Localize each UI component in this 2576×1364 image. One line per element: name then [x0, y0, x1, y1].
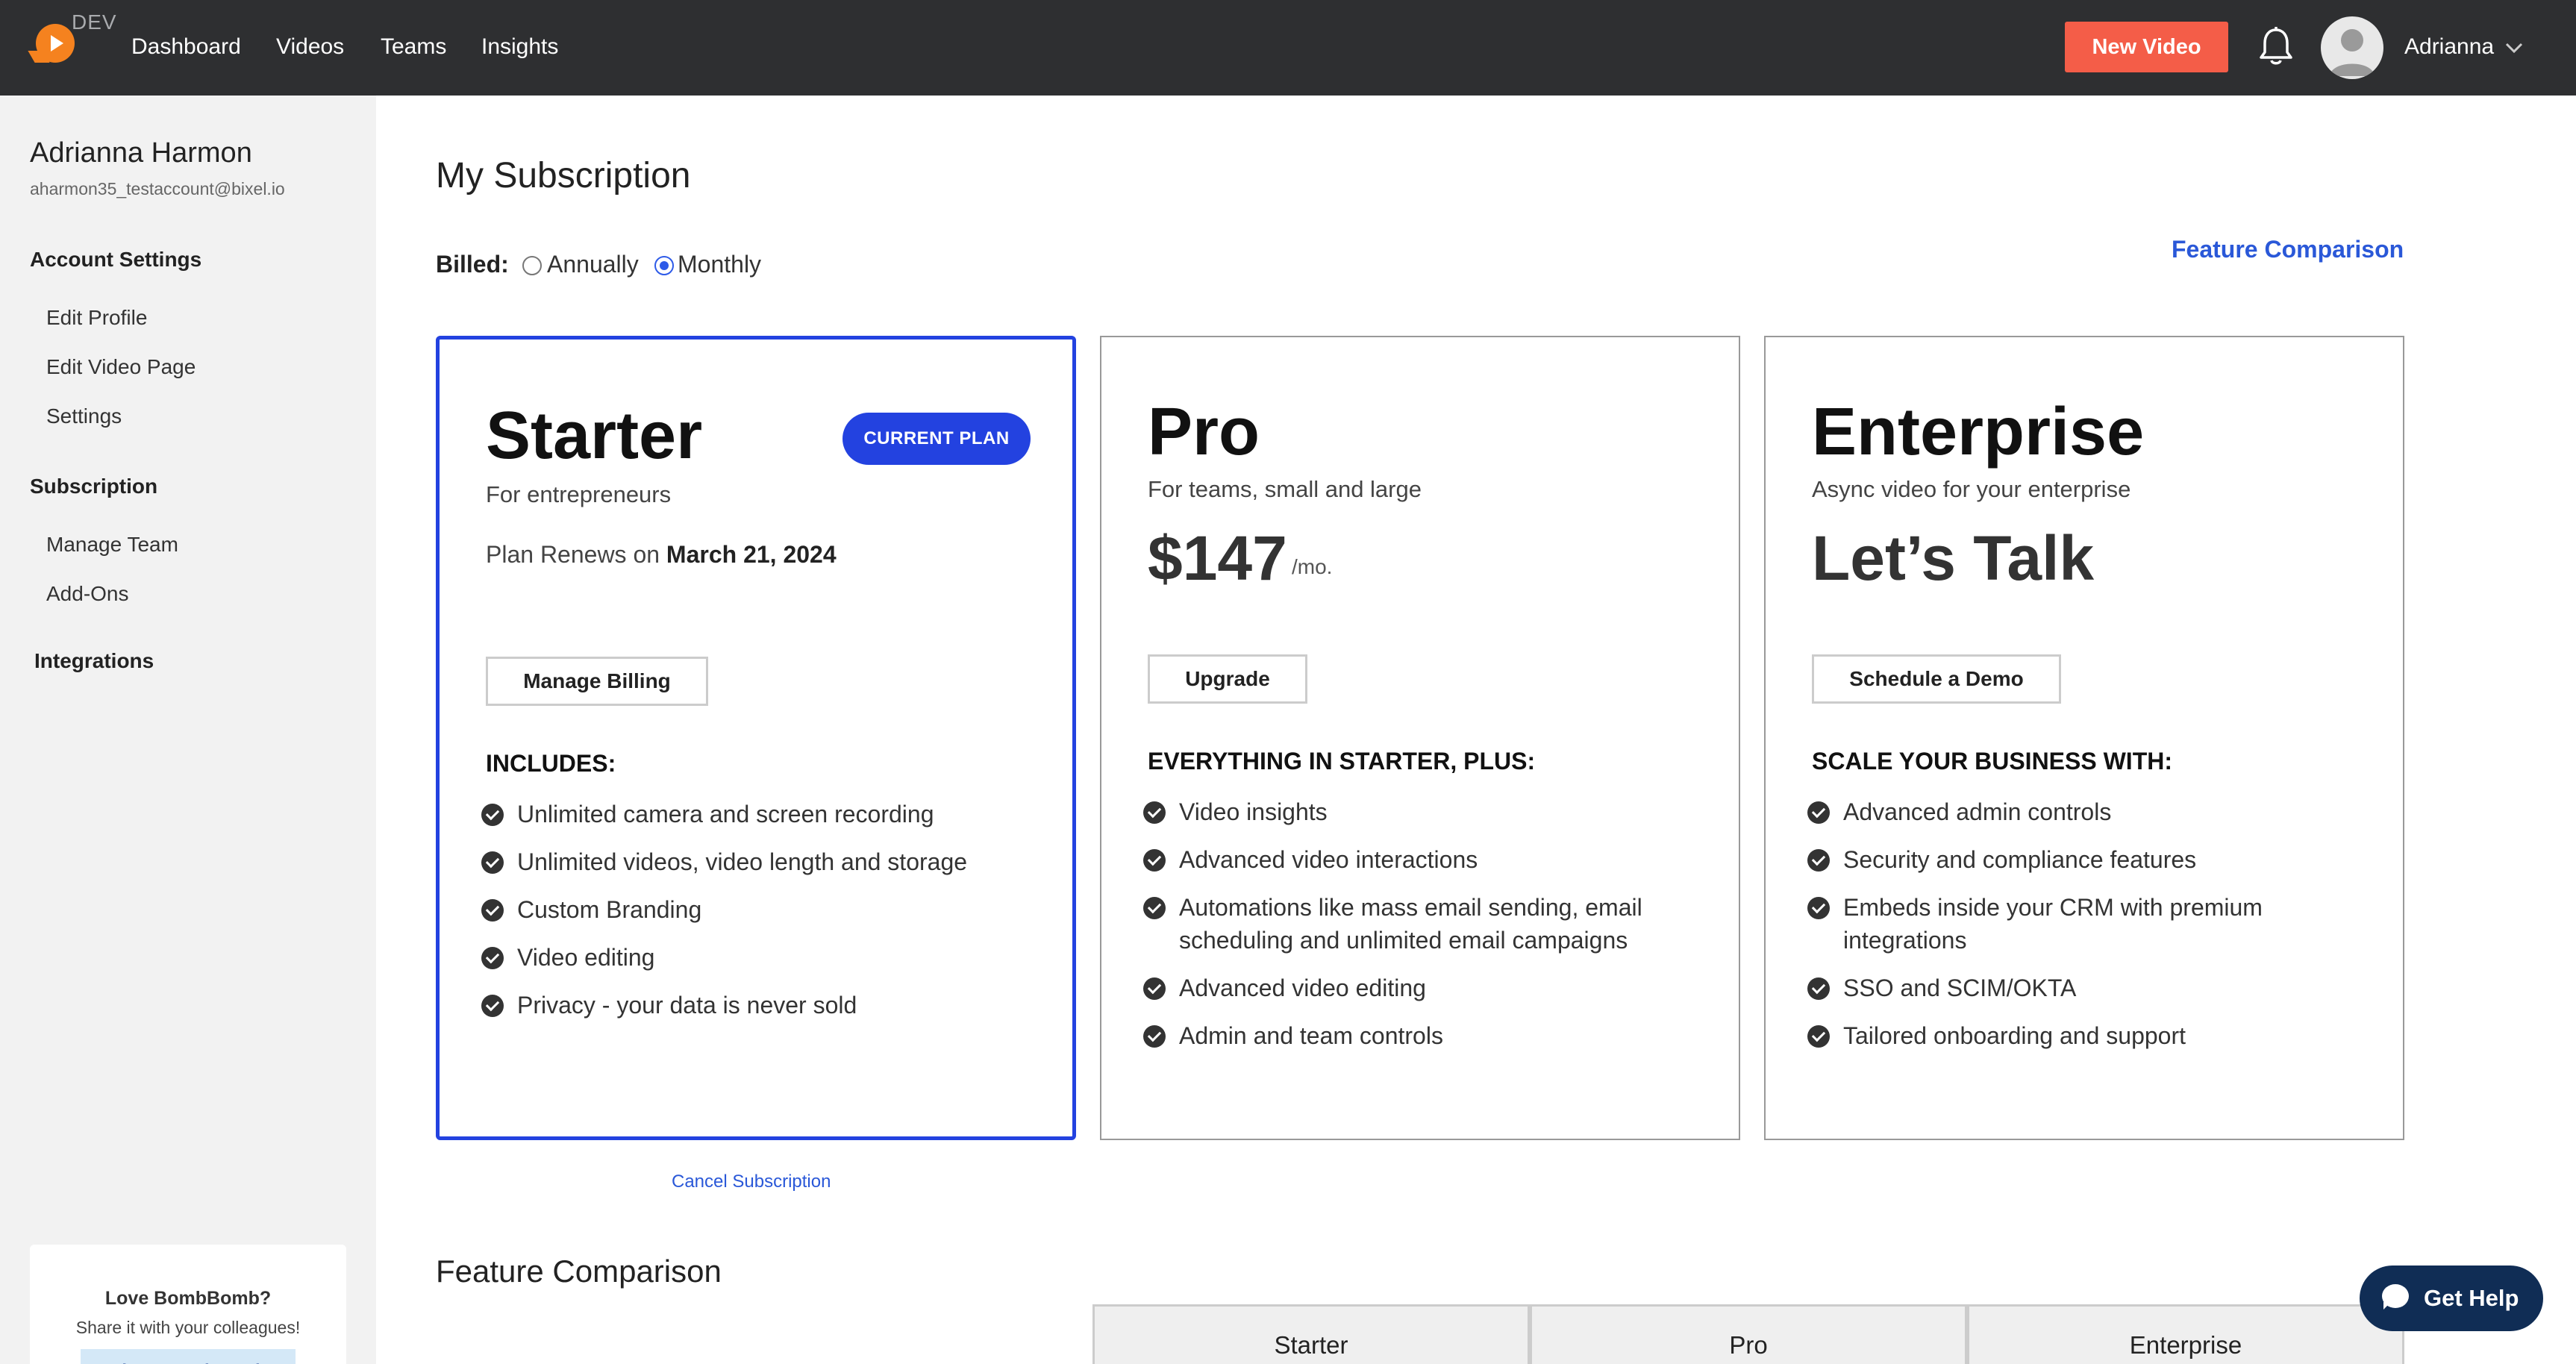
list-item: SSO and SCIM/OKTA: [1807, 972, 2375, 1004]
sidebar-heading-account-settings: Account Settings: [30, 248, 202, 271]
plan-name: Enterprise: [1812, 395, 2145, 469]
plan-price-text: Let’s Talk: [1812, 523, 2095, 593]
renewal-date: March 21, 2024: [666, 541, 837, 568]
list-item: Tailored onboarding and support: [1807, 1019, 2375, 1052]
billing-monthly-label[interactable]: Monthly: [678, 251, 761, 278]
check-icon: [481, 899, 504, 922]
bell-icon[interactable]: [2257, 25, 2295, 67]
list-item: Privacy - your data is never sold: [481, 989, 1048, 1022]
list-item: Admin and team controls: [1143, 1019, 1710, 1052]
plan-price: $147: [1148, 523, 1287, 593]
sidebar-item-edit-video-page[interactable]: Edit Video Page: [46, 355, 196, 379]
manage-billing-button[interactable]: Manage Billing: [486, 657, 708, 706]
check-icon: [1807, 897, 1830, 919]
plan-card-enterprise: Enterprise Async video for your enterpri…: [1764, 336, 2404, 1140]
sidebar-item-settings[interactable]: Settings: [46, 404, 122, 428]
page-title: My Subscription: [436, 156, 691, 195]
sidebar-user-email: aharmon35_testaccount@bixel.io: [30, 179, 285, 198]
check-icon: [1807, 977, 1830, 1000]
sidebar-item-add-ons[interactable]: Add-Ons: [46, 582, 129, 606]
upgrade-button[interactable]: Upgrade: [1148, 654, 1307, 704]
sidebar: Adrianna Harmon aharmon35_testaccount@bi…: [0, 96, 376, 1364]
sidebar-user-name: Adrianna Harmon: [30, 137, 252, 169]
list-item: Advanced video editing: [1143, 972, 1710, 1004]
get-help-button[interactable]: Get Help: [2360, 1266, 2543, 1331]
plan-card-pro: Pro For teams, small and large $147 /mo.…: [1100, 336, 1740, 1140]
comparison-header-enterprise: Enterprise: [1967, 1304, 2404, 1364]
top-nav-bar: DEV Dashboard Videos Teams Insights New …: [0, 0, 2576, 96]
comparison-header-starter: Starter: [1092, 1304, 1530, 1364]
plan-price-unit: /mo.: [1292, 555, 1333, 578]
billed-label: Billed:: [436, 251, 509, 278]
share-promo-card: Love BombBomb? Share it with your collea…: [30, 1245, 346, 1364]
list-item: Unlimited camera and screen recording: [481, 798, 1048, 830]
env-badge: DEV: [72, 10, 117, 34]
plan-card-starter: Starter For entrepreneurs CURRENT PLAN P…: [436, 336, 1076, 1140]
nav-insights[interactable]: Insights: [481, 0, 558, 96]
chevron-down-icon[interactable]: [2504, 37, 2525, 58]
current-plan-badge: CURRENT PLAN: [842, 413, 1031, 465]
check-icon: [481, 947, 504, 969]
check-icon: [1143, 801, 1166, 824]
sidebar-item-edit-profile[interactable]: Edit Profile: [46, 306, 147, 330]
share-bombbomb-button[interactable]: Share BombBomb: [81, 1349, 296, 1364]
feature-comparison-link[interactable]: Feature Comparison: [2172, 236, 2404, 263]
chat-bubble-icon: [2382, 1284, 2409, 1310]
list-item: Embeds inside your CRM with premium inte…: [1807, 891, 2375, 957]
comparison-header-pro: Pro: [1530, 1304, 1967, 1364]
check-icon: [481, 851, 504, 874]
check-icon: [1143, 897, 1166, 919]
feature-list: Unlimited camera and screen recording Un…: [481, 798, 1048, 1036]
list-item: Video insights: [1143, 795, 1710, 828]
new-video-button[interactable]: New Video: [2065, 22, 2228, 72]
plan-subtitle: For entrepreneurs: [486, 481, 672, 507]
nav-videos[interactable]: Videos: [276, 0, 344, 96]
feature-comparison-heading: Feature Comparison: [436, 1254, 722, 1289]
feature-list: Video insights Advanced video interactio…: [1143, 795, 1710, 1067]
list-item: Custom Branding: [481, 893, 1048, 926]
promo-subtitle: Share it with your colleagues!: [75, 1318, 301, 1337]
feature-list: Advanced admin controls Security and com…: [1807, 795, 2375, 1067]
nav-teams[interactable]: Teams: [381, 0, 446, 96]
get-help-label: Get Help: [2424, 1285, 2519, 1311]
check-icon: [1807, 849, 1830, 872]
includes-heading: SCALE YOUR BUSINESS WITH:: [1812, 748, 2172, 775]
avatar-icon[interactable]: [2321, 16, 2383, 79]
plan-subtitle: Async video for your enterprise: [1812, 476, 2131, 502]
check-icon: [1143, 977, 1166, 1000]
sidebar-item-manage-team[interactable]: Manage Team: [46, 533, 178, 557]
billing-annually-label[interactable]: Annually: [547, 251, 639, 278]
includes-heading: INCLUDES:: [486, 750, 616, 777]
renewal-prefix: Plan Renews on: [486, 541, 660, 568]
logo-icon[interactable]: [28, 24, 75, 63]
check-icon: [1143, 849, 1166, 872]
list-item: Security and compliance features: [1807, 843, 2375, 876]
plan-name: Pro: [1148, 395, 1260, 469]
includes-heading: EVERYTHING IN STARTER, PLUS:: [1148, 748, 1536, 775]
plan-name: Starter: [486, 398, 703, 473]
list-item: Automations like mass email sending, ema…: [1143, 891, 1710, 957]
schedule-demo-button[interactable]: Schedule a Demo: [1812, 654, 2061, 704]
check-icon: [1807, 1025, 1830, 1048]
user-menu-name[interactable]: Adrianna: [2404, 0, 2494, 96]
plan-renewal: Plan Renews on March 21, 2024: [486, 541, 837, 569]
check-icon: [481, 995, 504, 1017]
nav-dashboard[interactable]: Dashboard: [131, 0, 241, 96]
check-icon: [481, 804, 504, 826]
check-icon: [1807, 801, 1830, 824]
cancel-subscription-link[interactable]: Cancel Subscription: [672, 1171, 831, 1192]
list-item: Video editing: [481, 941, 1048, 974]
billing-monthly-radio[interactable]: [654, 256, 674, 275]
check-icon: [1143, 1025, 1166, 1048]
billing-annually-radio[interactable]: [522, 256, 542, 275]
promo-title: Love BombBomb?: [104, 1288, 272, 1309]
list-item: Advanced admin controls: [1807, 795, 2375, 828]
sidebar-heading-integrations[interactable]: Integrations: [34, 649, 154, 673]
sidebar-heading-subscription[interactable]: Subscription: [30, 475, 157, 498]
list-item: Unlimited videos, video length and stora…: [481, 845, 1048, 878]
list-item: Advanced video interactions: [1143, 843, 1710, 876]
plan-subtitle: For teams, small and large: [1148, 476, 1422, 502]
